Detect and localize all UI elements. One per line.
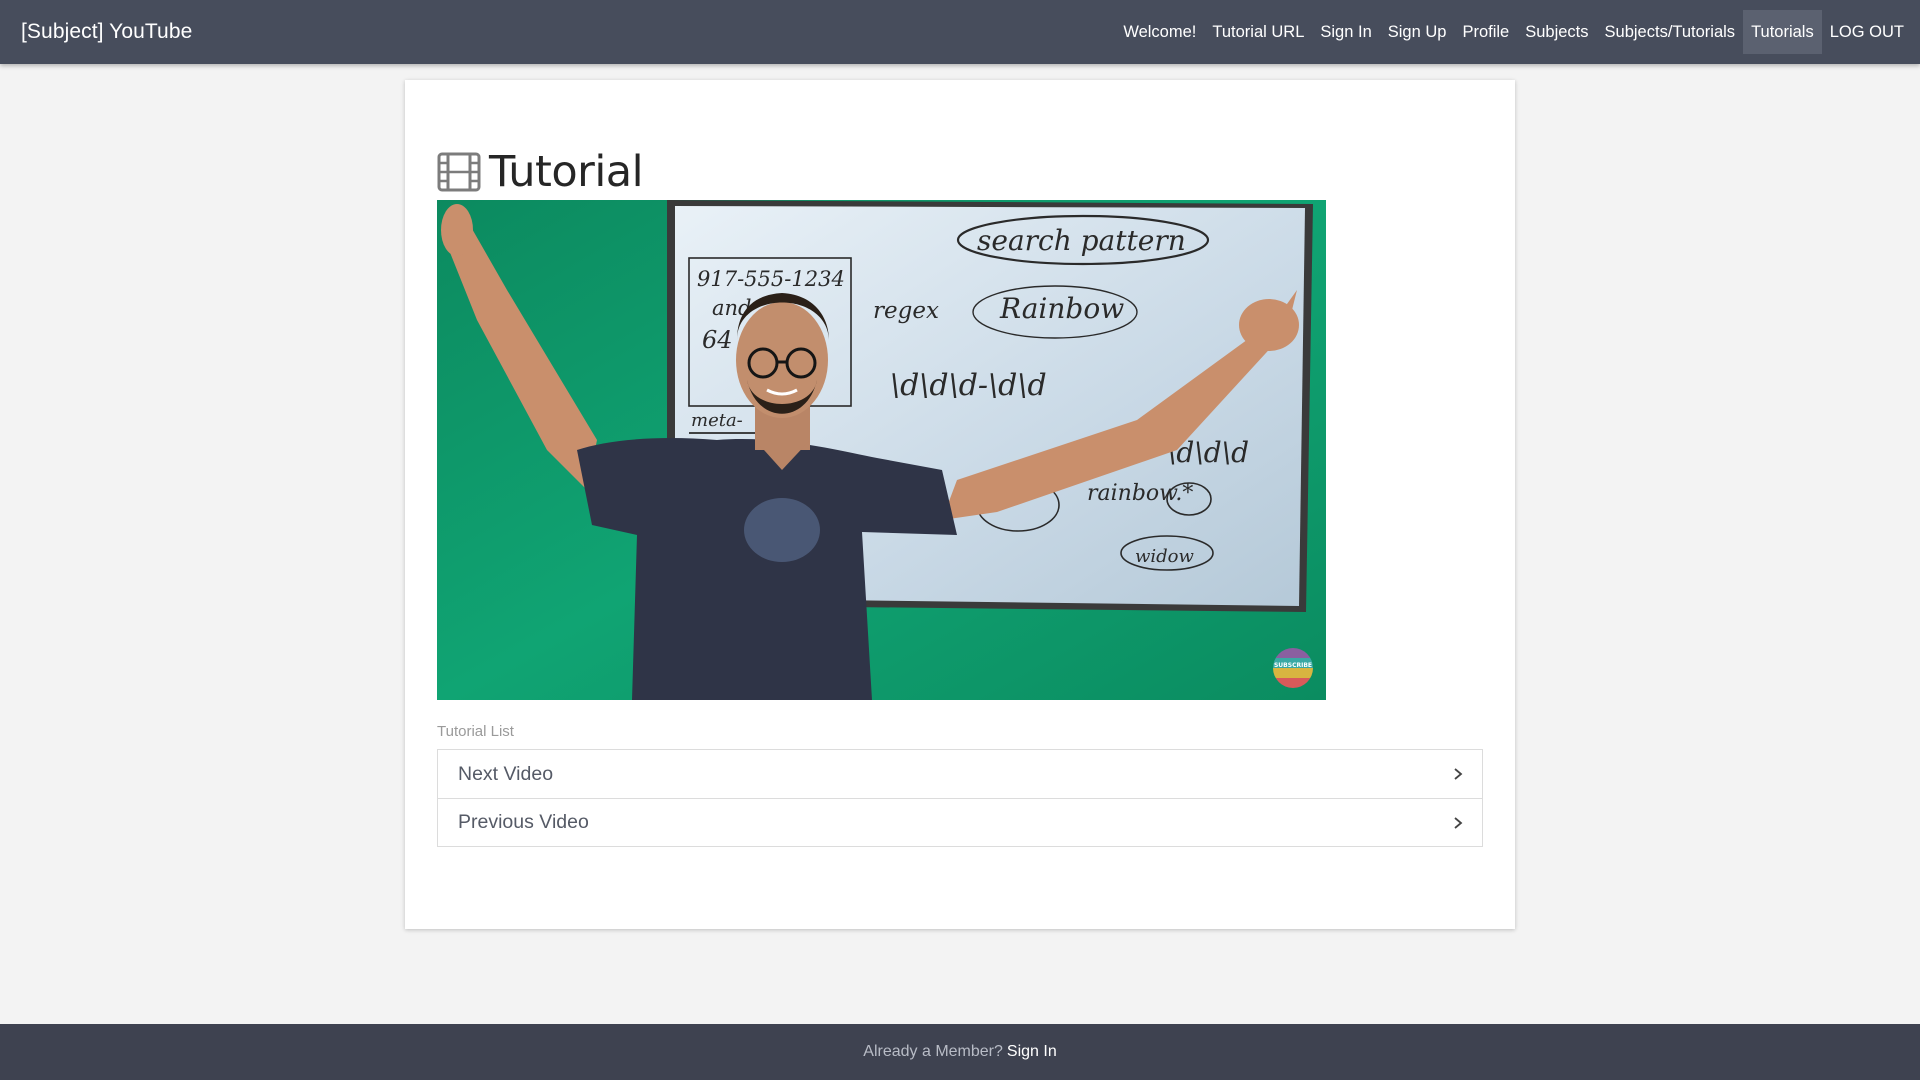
nav-link-welcome[interactable]: Welcome! <box>1115 10 1204 54</box>
nav-link-tutorials[interactable]: Tutorials <box>1743 10 1822 54</box>
list-item-previous-video[interactable]: Previous Video <box>438 798 1482 846</box>
nav-link-tutorial-url[interactable]: Tutorial URL <box>1204 10 1312 54</box>
tutorial-card: Tutorial search pattern 917-555-1234 and… <box>405 80 1515 929</box>
brand-logo-link[interactable]: [Subject] YouTube <box>21 20 192 44</box>
list-item-label: Previous Video <box>458 811 589 833</box>
page-title: Tutorial <box>437 144 644 200</box>
svg-text:rainbow.*: rainbow.* <box>1087 481 1193 506</box>
nav-link-profile[interactable]: Profile <box>1454 10 1517 54</box>
footer: Already a Member? Sign In <box>0 1024 1920 1080</box>
list-item-label: Next Video <box>458 762 554 785</box>
nav-link-subjects-tutorials[interactable]: Subjects/Tutorials <box>1597 10 1744 54</box>
video-frame: search pattern 917-555-1234 and 64 regex… <box>437 200 1326 700</box>
page-title-text: Tutorial <box>489 147 644 197</box>
svg-text:917-555-1234: 917-555-1234 <box>697 267 845 291</box>
footer-sign-in-link[interactable]: Sign In <box>1007 1043 1057 1061</box>
tutorial-list-label: Tutorial List <box>437 723 514 740</box>
svg-text:search pattern: search pattern <box>977 224 1186 257</box>
list-item-next-video[interactable]: Next Video <box>438 750 1482 798</box>
subscribe-badge[interactable]: SUBSCRIBE <box>1273 648 1313 688</box>
svg-text:Rainbow: Rainbow <box>999 292 1124 325</box>
svg-text:meta-: meta- <box>691 410 743 431</box>
tutorial-list: Next Video Previous Video <box>437 749 1483 847</box>
nav-link-logout[interactable]: LOG OUT <box>1822 10 1912 54</box>
chevron-right-icon <box>1454 768 1463 780</box>
subscribe-badge-text: SUBSCRIBE <box>1273 662 1312 669</box>
svg-text:widow: widow <box>1135 546 1195 567</box>
nav-link-sign-up[interactable]: Sign Up <box>1380 10 1455 54</box>
film-icon <box>437 152 481 192</box>
video-player[interactable]: search pattern 917-555-1234 and 64 regex… <box>437 200 1326 700</box>
top-navbar: [Subject] YouTube Welcome! Tutorial URL … <box>0 0 1920 64</box>
svg-text:64: 64 <box>702 326 733 354</box>
footer-text: Already a Member? <box>863 1043 1003 1060</box>
nav-link-subjects[interactable]: Subjects <box>1517 10 1596 54</box>
chevron-right-icon <box>1454 816 1463 829</box>
svg-text:regex: regex <box>873 298 939 324</box>
nav-links: Welcome! Tutorial URL Sign In Sign Up Pr… <box>1115 0 1912 64</box>
svg-text:\d\d\d-\d\d: \d\d\d-\d\d <box>890 368 1047 403</box>
nav-link-sign-in[interactable]: Sign In <box>1312 10 1379 54</box>
